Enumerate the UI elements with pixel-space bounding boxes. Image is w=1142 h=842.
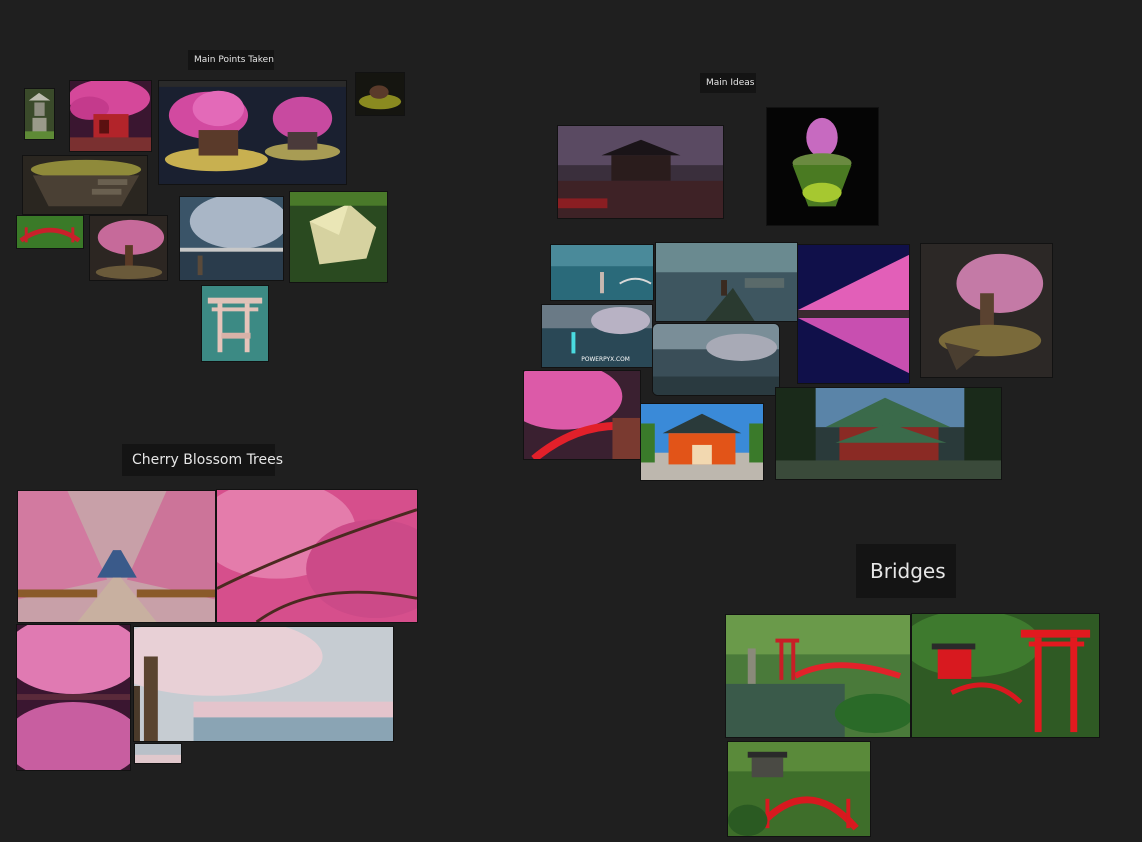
wisteria-bridge-scene-image[interactable]	[179, 196, 284, 281]
cherry-tunnel-reflection-image[interactable]	[16, 624, 131, 771]
group-label-cherry-blossom[interactable]: Cherry Blossom Trees	[122, 444, 283, 476]
lowpoly-rock-image[interactable]	[289, 191, 388, 283]
blossom-reflection-water-image[interactable]	[797, 244, 910, 384]
cherry-small-thumbnail-image[interactable]	[134, 743, 182, 764]
floating-island-concept-image[interactable]	[158, 80, 347, 185]
group-label-bridges[interactable]: Bridges	[856, 544, 956, 598]
orange-shrine-gate-image[interactable]	[640, 403, 764, 481]
cherry-tree-path-image[interactable]	[17, 490, 216, 623]
dark-island-thumbnail-image[interactable]	[355, 72, 405, 116]
moodboard-canvas[interactable]: Main Points Taken Main Ideas Cherry Blos…	[0, 0, 1142, 842]
floating-blossom-island-black-image[interactable]	[766, 107, 879, 226]
blossom-tree-island-render-image[interactable]	[920, 243, 1053, 378]
teal-lake-scene-image[interactable]	[550, 244, 654, 301]
red-bridge-model-image[interactable]	[16, 215, 84, 249]
pink-trees-red-bridge-image[interactable]	[523, 370, 641, 460]
group-label-main-ideas[interactable]: Main Ideas	[700, 73, 756, 93]
blossom-tree-diorama-image[interactable]	[89, 215, 168, 281]
cherry-canopy-image[interactable]	[216, 489, 418, 623]
dark-island-steps-image[interactable]	[22, 155, 148, 215]
group-label-main-points[interactable]: Main Points Taken	[188, 50, 274, 70]
blossom-shrine-render-image[interactable]	[69, 80, 152, 152]
stone-lantern-image[interactable]	[24, 88, 55, 140]
torii-gate-water-image[interactable]	[201, 285, 269, 362]
misty-valley-scene-image[interactable]	[652, 323, 780, 396]
green-roof-palace-image[interactable]	[775, 387, 1002, 480]
cherry-lakeside-image[interactable]	[133, 626, 394, 742]
japanese-pavilion-night-image[interactable]	[557, 125, 724, 219]
garden-red-bridge-pond-image[interactable]	[725, 614, 911, 738]
arched-red-bridge-image[interactable]	[727, 741, 871, 837]
powerpyx-watermark: POWERPYX.COM	[581, 357, 630, 363]
game-screenshot-bridge-image[interactable]: POWERPYX.COM	[541, 304, 653, 368]
misty-cliff-warrior-image[interactable]	[655, 242, 798, 322]
red-torii-garden-bridge-image[interactable]	[911, 613, 1100, 738]
